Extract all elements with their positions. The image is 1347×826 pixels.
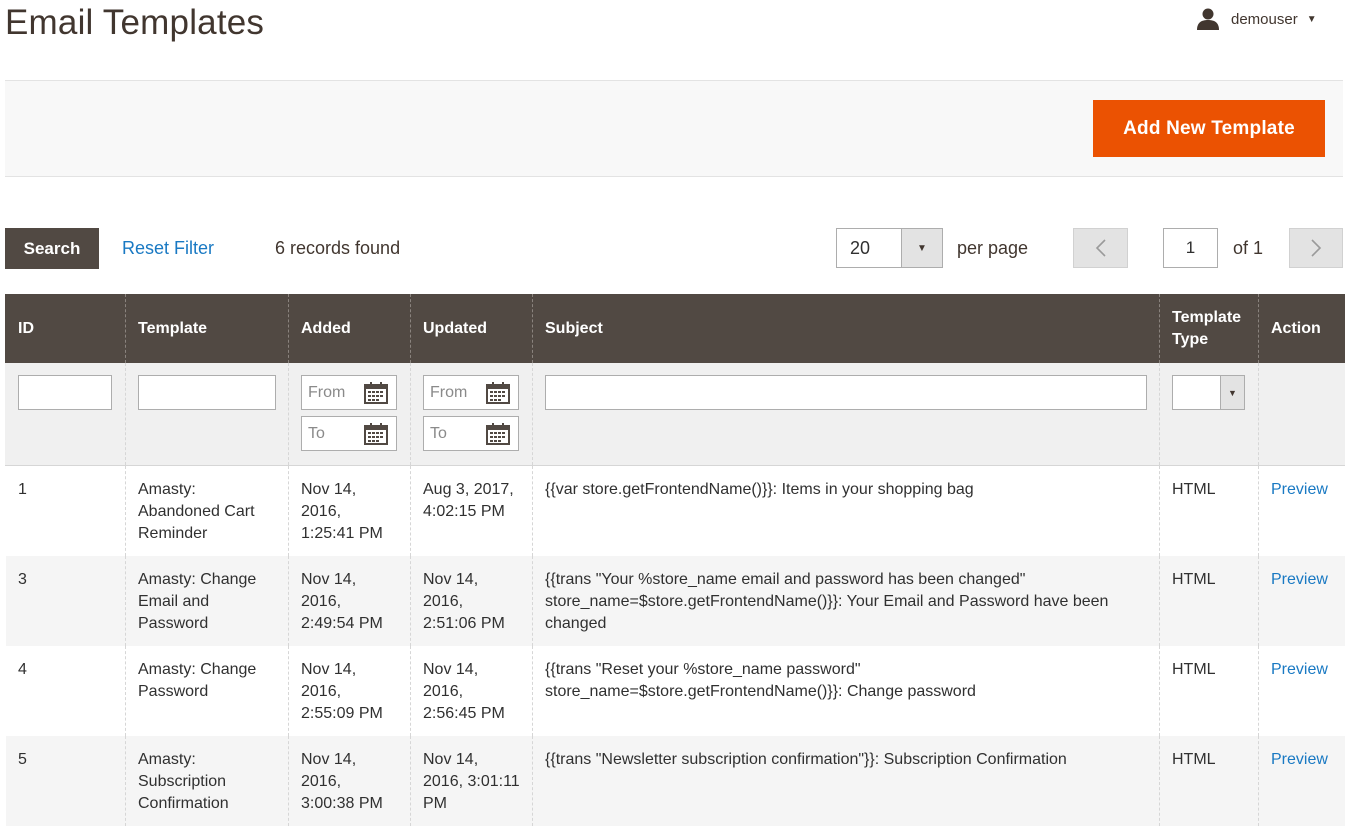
reset-filter-link[interactable]: Reset Filter	[122, 238, 214, 259]
cell-added: Nov 14, 2016, 2:55:09 PM	[288, 645, 411, 736]
chevron-down-icon: ▼	[1220, 376, 1244, 409]
table-row[interactable]: 4 Amasty: Change Password Nov 14, 2016, …	[5, 645, 1345, 736]
added-to-date-input[interactable]: To	[301, 416, 397, 451]
column-header-updated[interactable]: Updated	[410, 294, 533, 363]
cell-template-type: HTML	[1159, 555, 1259, 646]
cell-template-type: HTML	[1159, 645, 1259, 736]
column-header-subject[interactable]: Subject	[532, 294, 1160, 363]
column-header-template[interactable]: Template	[125, 294, 289, 363]
chevron-right-icon	[1311, 239, 1322, 257]
previous-page-button[interactable]	[1073, 228, 1128, 268]
table-row[interactable]: 3 Amasty: Change Email and Password Nov …	[5, 555, 1345, 646]
updated-to-placeholder: To	[430, 424, 447, 442]
cell-added: Nov 14, 2016, 2:49:54 PM	[288, 555, 411, 646]
calendar-icon[interactable]	[486, 422, 510, 445]
per-page-label: per page	[957, 238, 1029, 258]
table-row[interactable]: 5 Amasty: Subscription Confirmation Nov …	[5, 735, 1345, 826]
cell-added: Nov 14, 2016, 1:25:41 PM	[288, 465, 411, 556]
search-button[interactable]: Search	[5, 228, 99, 269]
cell-id: 4	[5, 645, 126, 736]
cell-id: 3	[5, 555, 126, 646]
cell-template: Amasty: Subscription Confirmation	[125, 735, 289, 826]
caret-down-icon: ▼	[1306, 13, 1317, 25]
chevron-down-icon[interactable]: ▼	[901, 229, 942, 267]
preview-link[interactable]: Preview	[1271, 661, 1328, 678]
current-page-input[interactable]	[1163, 228, 1218, 268]
chevron-left-icon	[1095, 239, 1106, 257]
cell-updated: Nov 14, 2016, 3:01:11 PM	[410, 735, 533, 826]
column-header-action: Action	[1258, 294, 1345, 363]
cell-template-type: HTML	[1159, 735, 1259, 826]
id-filter-input[interactable]	[18, 375, 112, 410]
records-count: 6 records found	[275, 238, 401, 258]
cell-template: Amasty: Change Password	[125, 645, 289, 736]
action-filter-cell	[1258, 363, 1345, 466]
preview-link[interactable]: Preview	[1271, 571, 1328, 588]
cell-updated: Nov 14, 2016, 2:51:06 PM	[410, 555, 533, 646]
user-name: demouser	[1231, 10, 1298, 28]
updated-to-date-input[interactable]: To	[423, 416, 519, 451]
user-account-menu[interactable]: demouser ▼	[1196, 6, 1317, 32]
cell-updated: Nov 14, 2016, 2:56:45 PM	[410, 645, 533, 736]
table-row[interactable]: 1 Amasty: Abandoned Cart Reminder Nov 14…	[5, 465, 1345, 556]
cell-id: 5	[5, 735, 126, 826]
calendar-icon[interactable]	[486, 381, 510, 404]
preview-link[interactable]: Preview	[1271, 751, 1328, 768]
cell-subject: {{var store.getFrontendName()}}: Items i…	[532, 465, 1160, 556]
column-header-added[interactable]: Added	[288, 294, 411, 363]
cell-subject: {{trans "Newsletter subscription confirm…	[532, 735, 1160, 826]
updated-from-date-input[interactable]: From	[423, 375, 519, 410]
column-header-template-type[interactable]: Template Type	[1159, 294, 1259, 363]
cell-subject: {{trans "Your %store_name email and pass…	[532, 555, 1160, 646]
filter-row: From To From To ▼	[5, 363, 1345, 466]
per-page-value: 20	[850, 238, 871, 258]
cell-id: 1	[5, 465, 126, 556]
calendar-icon[interactable]	[364, 422, 388, 445]
preview-link[interactable]: Preview	[1271, 481, 1328, 498]
user-icon	[1197, 8, 1219, 30]
page-total: of 1	[1233, 238, 1264, 258]
added-from-placeholder: From	[308, 383, 346, 401]
cell-template-type: HTML	[1159, 465, 1259, 556]
column-header-id[interactable]: ID	[5, 294, 126, 363]
cell-updated: Aug 3, 2017, 4:02:15 PM	[410, 465, 533, 556]
cell-template: Amasty: Abandoned Cart Reminder	[125, 465, 289, 556]
page-title: Email Templates	[5, 3, 265, 42]
template-filter-input[interactable]	[138, 375, 276, 410]
email-templates-grid: ID Template Added Updated Subject Templa…	[5, 294, 1345, 826]
add-new-template-button[interactable]: Add New Template	[1093, 100, 1325, 157]
added-to-placeholder: To	[308, 424, 325, 442]
subject-filter-input[interactable]	[545, 375, 1147, 410]
calendar-icon[interactable]	[364, 381, 388, 404]
cell-template: Amasty: Change Email and Password	[125, 555, 289, 646]
page-actions-bar: Add New Template	[5, 80, 1343, 177]
added-from-date-input[interactable]: From	[301, 375, 397, 410]
per-page-select[interactable]: 20 ▼	[836, 228, 943, 268]
cell-added: Nov 14, 2016, 3:00:38 PM	[288, 735, 411, 826]
next-page-button[interactable]	[1289, 228, 1343, 268]
grid-toolbar: Search Reset Filter 6 records found 20 ▼…	[5, 228, 1343, 269]
updated-from-placeholder: From	[430, 383, 468, 401]
template-type-filter-select[interactable]: ▼	[1172, 375, 1245, 410]
cell-subject: {{trans "Reset your %store_name password…	[532, 645, 1160, 736]
